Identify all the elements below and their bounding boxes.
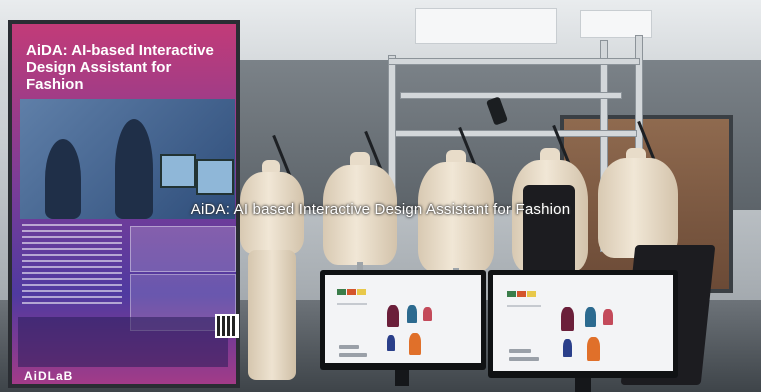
monitor-left (320, 270, 486, 370)
garment-thumbnail (603, 309, 613, 325)
monitor-stand (575, 378, 591, 392)
color-swatch (357, 289, 366, 295)
poster-body-text (22, 224, 122, 304)
garment-thumbnail (387, 305, 399, 327)
garment-thumbnail (585, 307, 596, 327)
garment-thumbnail (587, 337, 600, 361)
ui-button (509, 357, 539, 361)
poster-logo: AiDLaB (24, 369, 74, 383)
mannequin-legs (248, 250, 296, 380)
garment-thumbnail (387, 335, 395, 351)
poster-title: AiDA: AI-based Interactive Design Assist… (26, 42, 214, 93)
color-swatch (527, 291, 536, 297)
garment-thumbnail (407, 305, 417, 323)
color-swatch (337, 289, 346, 295)
video-caption: AiDA: AI based Interactive Design Assist… (190, 201, 571, 218)
ui-button (339, 345, 359, 349)
poster-project-leader (18, 317, 228, 367)
garment-thumbnail (409, 333, 421, 355)
monitor-stand (395, 370, 409, 386)
monitor-screen (325, 275, 481, 363)
poster-feature-box (130, 226, 236, 272)
qr-code (215, 314, 239, 338)
ceiling-light-panel (580, 10, 652, 38)
color-swatch (347, 289, 356, 295)
rack-beam (395, 130, 637, 137)
ui-button (339, 353, 367, 357)
black-dress (523, 185, 575, 273)
ui-line (337, 303, 367, 305)
ui-line (507, 305, 541, 307)
poster-screen (196, 159, 234, 195)
garment-thumbnail (563, 339, 572, 357)
rack-beam (400, 92, 622, 99)
garment-thumbnail (423, 307, 432, 321)
rack-beam (388, 58, 640, 65)
ceiling-light-panel (415, 8, 557, 44)
color-swatch (517, 291, 526, 297)
monitor-right (488, 270, 678, 378)
poster-screen (160, 154, 196, 188)
color-swatch (507, 291, 516, 297)
monitor-screen (493, 275, 673, 371)
garment-thumbnail (561, 307, 574, 331)
photo-scene: AiDA: AI-based Interactive Design Assist… (0, 0, 761, 392)
ui-button (509, 349, 531, 353)
